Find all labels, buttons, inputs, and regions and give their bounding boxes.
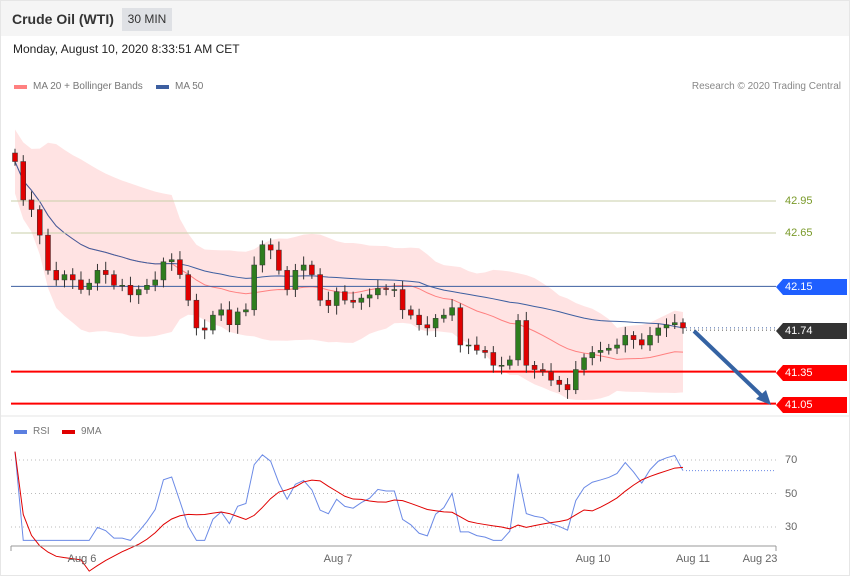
candle-body: [655, 327, 662, 336]
candle-body: [523, 320, 530, 366]
candle-body: [432, 318, 439, 329]
candle-body: [135, 289, 142, 296]
candle-body: [465, 344, 472, 347]
candle-body: [383, 288, 389, 290]
candle-body: [408, 309, 414, 316]
candle-body: [111, 274, 117, 286]
candle-body: [102, 270, 109, 275]
candle-body: [20, 161, 26, 201]
candle-body: [672, 322, 678, 325]
candle-body: [556, 379, 563, 385]
candle-body: [259, 244, 266, 266]
candle-body: [449, 307, 455, 316]
candle-body: [94, 270, 101, 284]
candle-body: [53, 270, 59, 281]
candle-body: [144, 285, 150, 290]
candle-body: [515, 320, 521, 361]
candle-body: [564, 384, 571, 391]
candle-body: [581, 357, 587, 370]
candle-body: [152, 279, 158, 286]
support2-tag: 41.05: [776, 397, 847, 413]
candle-body: [399, 289, 406, 311]
candle-body: [127, 285, 134, 296]
rsi-pane: [11, 451, 776, 572]
x-label-aug11: Aug 11: [675, 553, 711, 565]
candle-body: [441, 314, 447, 319]
candle-body: [119, 285, 125, 287]
candle-body: [663, 324, 670, 329]
rsi-50: 50: [785, 488, 798, 500]
candle-body: [482, 350, 488, 353]
candle-body: [185, 274, 191, 301]
candle-body: [284, 270, 290, 290]
level-r1: 42.65: [785, 227, 813, 239]
candle-body: [69, 274, 76, 281]
candle-body: [45, 234, 51, 271]
candle-body: [531, 365, 538, 370]
candle-body: [548, 371, 554, 381]
candle-body: [251, 264, 257, 311]
candle-body: [36, 209, 43, 236]
candle-body: [177, 259, 183, 275]
candle-body: [597, 350, 604, 353]
candle-body: [589, 352, 596, 359]
candle-body: [342, 291, 348, 301]
candle-body: [292, 270, 299, 290]
candle-body: [498, 365, 505, 367]
candle-body: [210, 314, 216, 331]
candle-body: [680, 322, 686, 329]
candle-body: [234, 311, 241, 325]
candle-body: [540, 369, 546, 372]
candle-body: [333, 291, 340, 306]
candle-body: [391, 289, 398, 291]
rsi-70: 70: [785, 454, 798, 466]
x-label-aug6: Aug 6: [67, 553, 97, 565]
candle-body: [243, 309, 249, 313]
candle-body: [647, 335, 653, 346]
candle-body: [606, 347, 612, 351]
candle-body: [630, 335, 637, 340]
x-label-aug23: Aug 23: [742, 553, 778, 565]
candle-body: [614, 344, 620, 349]
candle-body: [201, 327, 208, 331]
candle-body: [12, 152, 18, 162]
x-label-aug7: Aug 7: [323, 553, 353, 565]
candle-body: [218, 309, 224, 316]
candle-body: [193, 299, 200, 329]
forecast-arrow: [692, 329, 766, 400]
candle-body: [457, 307, 464, 346]
candle-body: [474, 344, 480, 351]
candle-body: [639, 339, 645, 346]
support1-tag: 41.35: [776, 365, 847, 381]
last-price-tag: 41.74: [776, 323, 847, 339]
candle-body: [424, 324, 431, 329]
candle-body: [276, 249, 282, 271]
candle-body: [350, 299, 356, 303]
candle-body: [28, 199, 35, 210]
x-label-aug10: Aug 10: [575, 553, 611, 565]
candle-body: [78, 279, 84, 290]
candle-body: [573, 369, 579, 391]
candle-body: [61, 274, 68, 281]
candle-body: [622, 335, 629, 346]
candle-body: [490, 352, 497, 366]
candle-body: [86, 282, 92, 290]
level-r2: 42.95: [785, 195, 813, 207]
candle-body: [375, 288, 381, 296]
candle-body: [358, 297, 365, 303]
candle-body: [366, 294, 373, 299]
rsi-30: 30: [785, 521, 798, 533]
candle-body: [160, 261, 167, 281]
candle-body: [226, 309, 233, 325]
candle-body: [325, 299, 332, 306]
pivot-tag: 42.15: [776, 279, 847, 295]
candle-body: [309, 264, 315, 275]
candle-body: [317, 274, 323, 301]
candle-body: [507, 359, 513, 366]
candle-body: [300, 264, 307, 271]
candle-body: [416, 314, 422, 325]
price-chart: [0, 129, 850, 572]
candle-body: [267, 244, 274, 251]
candle-body: [168, 259, 175, 263]
